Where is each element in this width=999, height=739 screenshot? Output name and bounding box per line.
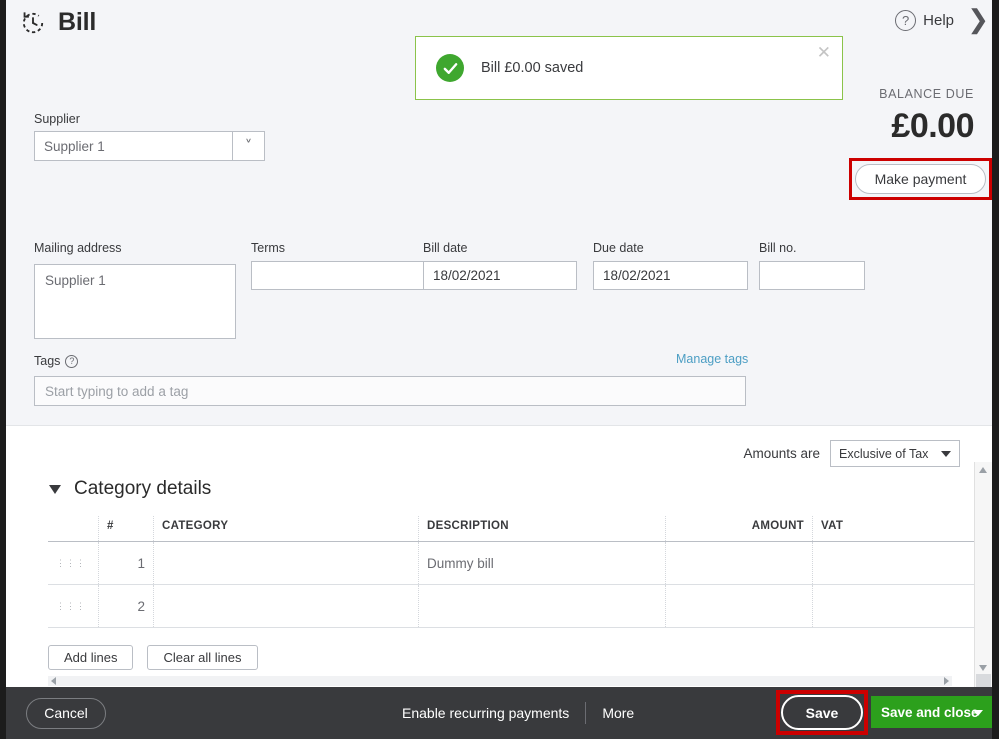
row-description-cell[interactable]: Dummy bill bbox=[418, 541, 666, 585]
col-header-vat: VAT bbox=[812, 516, 990, 542]
terms-input[interactable] bbox=[251, 261, 445, 290]
page-title-row: Bill bbox=[20, 8, 96, 37]
cancel-button[interactable]: Cancel bbox=[26, 697, 106, 729]
row-drag-handle[interactable]: ⋮⋮⋮ bbox=[48, 584, 99, 628]
col-header-amount: AMOUNT bbox=[665, 516, 813, 542]
due-date-label: Due date bbox=[593, 241, 644, 255]
question-mark-icon[interactable]: ? bbox=[65, 354, 79, 368]
horizontal-scrollbar[interactable] bbox=[48, 676, 952, 686]
bill-stage: Bill ? Help ❯ Bill £0.00 saved ✕ BALANCE… bbox=[6, 0, 992, 739]
drag-handle-icon: ⋮⋮⋮ bbox=[56, 557, 86, 568]
scroll-left-icon[interactable] bbox=[51, 677, 56, 685]
bill-header-region: Bill ? Help ❯ Bill £0.00 saved ✕ BALANCE… bbox=[6, 0, 992, 425]
check-circle-icon bbox=[436, 54, 464, 82]
bill-window: Bill ? Help ❯ Bill £0.00 saved ✕ BALANCE… bbox=[0, 0, 999, 739]
tags-input[interactable] bbox=[34, 376, 746, 406]
scroll-right-icon[interactable] bbox=[944, 677, 949, 685]
col-header-description: DESCRIPTION bbox=[418, 516, 666, 542]
scroll-up-icon[interactable] bbox=[979, 467, 987, 473]
row-number: 2 bbox=[98, 584, 154, 628]
category-details-table: # CATEGORY DESCRIPTION AMOUNT VAT ⋮⋮⋮ 1 … bbox=[48, 516, 992, 628]
vertical-scrollbar[interactable] bbox=[974, 462, 992, 687]
row-category-cell[interactable] bbox=[153, 584, 419, 628]
supplier-input[interactable] bbox=[34, 131, 232, 161]
drag-handle-icon: ⋮⋮⋮ bbox=[56, 600, 86, 611]
table-row[interactable]: ⋮⋮⋮ 1 Dummy bill bbox=[48, 541, 992, 585]
help-label: Help bbox=[923, 12, 954, 29]
bill-date-label: Bill date bbox=[423, 241, 468, 255]
col-header-drag bbox=[48, 516, 99, 542]
tags-label: Tags bbox=[34, 354, 61, 368]
table-header-row: # CATEGORY DESCRIPTION AMOUNT VAT bbox=[48, 516, 992, 542]
terms-label: Terms bbox=[251, 241, 286, 255]
tags-label-row: Tags ? bbox=[34, 354, 79, 368]
mailing-address-label: Mailing address bbox=[34, 241, 122, 255]
supplier-field[interactable]: ˅ bbox=[34, 131, 265, 161]
mailing-address-input[interactable] bbox=[34, 264, 236, 339]
question-mark-icon: ? bbox=[895, 10, 917, 31]
amounts-are-select[interactable]: Exclusive of Tax bbox=[830, 440, 960, 467]
more-button[interactable]: More bbox=[602, 705, 634, 721]
due-date-input[interactable] bbox=[593, 261, 748, 290]
category-details-title: Category details bbox=[74, 478, 212, 499]
add-lines-button[interactable]: Add lines bbox=[48, 645, 134, 670]
bill-no-input[interactable] bbox=[759, 261, 865, 290]
bill-no-label: Bill no. bbox=[759, 241, 797, 255]
row-vat-cell[interactable] bbox=[812, 584, 990, 628]
line-action-buttons: Add lines Clear all lines bbox=[48, 645, 258, 670]
save-and-close-label: Save and close bbox=[881, 704, 979, 720]
enable-recurring-payments-link[interactable]: Enable recurring payments bbox=[402, 705, 569, 721]
banner-message: Bill £0.00 saved bbox=[481, 60, 584, 76]
scroll-down-icon[interactable] bbox=[979, 665, 987, 671]
col-header-number: # bbox=[98, 516, 154, 542]
line-items-region: Amounts are Exclusive of Tax Category de… bbox=[6, 425, 992, 688]
make-payment-button[interactable]: Make payment bbox=[855, 164, 986, 194]
save-button[interactable]: Save bbox=[781, 695, 863, 730]
success-banner: Bill £0.00 saved ✕ bbox=[415, 36, 843, 100]
category-details-toggle[interactable]: Category details bbox=[49, 478, 211, 500]
close-x-icon[interactable]: ✕ bbox=[817, 45, 831, 62]
supplier-label: Supplier bbox=[34, 112, 80, 126]
caret-down-icon bbox=[941, 450, 951, 457]
amounts-are-row: Amounts are Exclusive of Tax bbox=[743, 440, 960, 467]
bill-date-input[interactable] bbox=[423, 261, 577, 290]
balance-due-amount: £0.00 bbox=[891, 107, 974, 145]
footer-links: Enable recurring payments More bbox=[402, 702, 634, 724]
terms-field[interactable] bbox=[251, 261, 457, 290]
row-number: 1 bbox=[98, 541, 154, 585]
triangle-down-icon bbox=[49, 484, 61, 494]
caret-down-icon[interactable] bbox=[973, 710, 983, 716]
manage-tags-link[interactable]: Manage tags bbox=[676, 352, 748, 366]
recurring-clock-icon bbox=[20, 10, 46, 36]
amounts-are-label: Amounts are bbox=[743, 446, 820, 461]
row-drag-handle[interactable]: ⋮⋮⋮ bbox=[48, 541, 99, 585]
table-row[interactable]: ⋮⋮⋮ 2 bbox=[48, 584, 992, 628]
balance-due-label: BALANCE DUE bbox=[879, 87, 974, 101]
clear-all-lines-button[interactable]: Clear all lines bbox=[147, 645, 258, 670]
row-vat-cell[interactable] bbox=[812, 541, 990, 585]
footer-divider bbox=[585, 702, 587, 724]
chevron-right-icon[interactable]: ❯ bbox=[967, 7, 989, 33]
row-amount-cell[interactable] bbox=[665, 541, 813, 585]
page-title: Bill bbox=[58, 8, 97, 36]
supplier-dropdown-button[interactable]: ˅ bbox=[232, 131, 265, 161]
scrollbar-thumb[interactable] bbox=[976, 674, 991, 687]
amounts-are-value: Exclusive of Tax bbox=[839, 446, 929, 461]
row-description-cell[interactable] bbox=[418, 584, 666, 628]
help-button[interactable]: ? Help bbox=[895, 10, 954, 31]
col-header-category: CATEGORY bbox=[153, 516, 419, 542]
row-amount-cell[interactable] bbox=[665, 584, 813, 628]
row-category-cell[interactable] bbox=[153, 541, 419, 585]
chevron-down-icon: ˅ bbox=[244, 137, 253, 155]
save-and-close-button[interactable]: Save and close bbox=[871, 696, 992, 728]
